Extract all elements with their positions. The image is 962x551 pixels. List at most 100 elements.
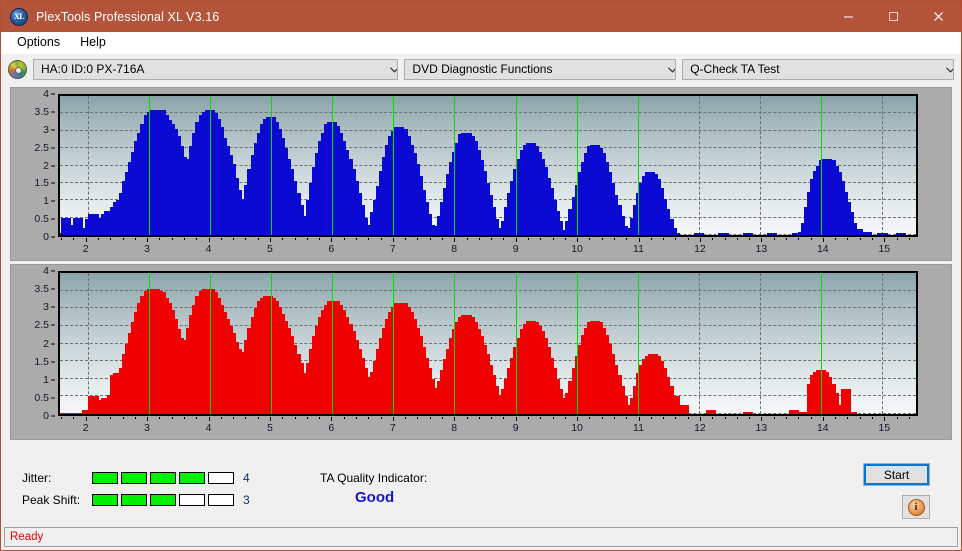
x-axis-minor-tick — [257, 417, 259, 419]
x-axis-minor-tick — [331, 238, 333, 240]
y-axis-tick-label: 3 — [43, 123, 49, 136]
x-axis-minor-tick — [540, 238, 542, 240]
menu-bar: Options Help — [1, 32, 961, 54]
x-axis-minor-tick — [368, 238, 370, 240]
start-button[interactable]: Start — [863, 463, 930, 486]
x-axis-minor-tick — [380, 417, 382, 419]
x-axis-tick-label: 12 — [694, 243, 706, 255]
minimize-icon[interactable] — [826, 1, 871, 32]
x-axis-tick-label: 11 — [633, 422, 644, 434]
x-axis-minor-tick — [724, 238, 726, 240]
peak-shift-bar — [678, 405, 689, 414]
x-axis-minor-tick — [638, 417, 640, 419]
x-axis-minor-tick — [773, 417, 775, 419]
jitter-bar — [693, 233, 705, 235]
x-axis-minor-tick — [712, 238, 714, 240]
x-axis-minor-tick — [577, 238, 579, 240]
function-select[interactable]: DVD Diagnostic Functions — [404, 58, 677, 80]
speed-change-marker — [209, 96, 211, 235]
x-axis-minor-tick — [798, 417, 800, 419]
speed-change-marker — [209, 273, 211, 414]
speed-change-marker — [270, 96, 272, 235]
gridline-vertical — [760, 96, 762, 235]
x-axis-tick-label: 12 — [694, 422, 706, 434]
x-axis-minor-tick — [896, 417, 898, 419]
speed-change-marker — [270, 273, 272, 414]
gridline-vertical — [882, 273, 884, 414]
y-axis-tick-label: 1.5 — [34, 177, 49, 190]
info-button[interactable]: i — [902, 495, 930, 519]
x-axis-minor-tick — [884, 417, 886, 419]
test-select[interactable]: Q-Check TA Test — [682, 58, 954, 80]
jitter-chart-inner: 0 0.5 1 1.5 2 2.5 3 3.5 4 2 3 4 5 6 7 8 9 10 11 12 13 14 15 — [11, 88, 951, 260]
x-axis-tick-label: 2 — [82, 422, 89, 434]
x-axis-tick-label: 3 — [144, 422, 150, 434]
speed-change-marker — [576, 96, 578, 235]
x-axis-minor-tick — [183, 417, 185, 419]
x-axis-minor-tick — [687, 238, 689, 240]
maximize-icon[interactable] — [871, 1, 916, 32]
x-axis-minor-tick — [675, 417, 677, 419]
x-axis-minor-tick — [97, 238, 99, 240]
x-axis-tick-label: 14 — [816, 243, 829, 255]
speed-change-marker — [637, 273, 639, 414]
x-axis-minor-tick — [552, 417, 554, 419]
y-axis-tick — [51, 397, 55, 399]
jitter-segment — [150, 472, 176, 484]
y-axis-tick-label: 1 — [43, 373, 49, 386]
drive-select[interactable]: HA:0 ID:0 PX-716A — [33, 58, 399, 80]
x-axis-minor-tick — [613, 417, 615, 419]
jitter-bar — [861, 232, 873, 235]
y-axis-tick — [51, 147, 55, 149]
peak-shift-plot-area — [58, 271, 918, 416]
x-axis-tick-label: 15 — [878, 422, 891, 434]
x-axis-minor-tick — [122, 238, 124, 240]
y-axis-tick-label: 0.5 — [34, 213, 49, 226]
x-axis-minor-tick — [306, 238, 308, 240]
test-select-value: Q-Check TA Test — [690, 62, 780, 76]
x-axis-minor-tick — [785, 238, 787, 240]
x-axis-minor-tick — [233, 238, 235, 240]
x-axis-minor-tick — [871, 238, 873, 240]
gridline-horizontal — [60, 289, 916, 291]
menu-item-options[interactable]: Options — [8, 33, 69, 52]
speed-change-marker — [393, 96, 395, 235]
y-axis-tick — [51, 270, 55, 272]
x-axis-minor-tick — [871, 417, 873, 419]
jitter-plot-area — [58, 94, 918, 237]
x-axis-minor-tick — [687, 417, 689, 419]
x-axis-minor-tick — [171, 238, 173, 240]
peak-shift-segment — [92, 494, 118, 506]
close-icon[interactable] — [916, 1, 961, 32]
menu-item-help[interactable]: Help — [71, 33, 115, 52]
y-axis-tick — [51, 200, 55, 202]
y-axis-tick — [51, 415, 55, 417]
x-axis-minor-tick — [908, 238, 910, 240]
x-axis-tick-label: 4 — [205, 422, 212, 434]
y-axis-tick-label: 3.5 — [34, 283, 49, 296]
jitter-label: Jitter: — [22, 471, 52, 485]
x-axis-minor-tick — [134, 238, 136, 240]
x-axis-minor-tick — [761, 417, 763, 419]
speed-change-marker — [637, 96, 639, 235]
x-axis-minor-tick — [577, 417, 579, 419]
disc-icon — [8, 59, 27, 79]
y-axis-tick — [51, 361, 55, 363]
x-axis-minor-tick — [663, 238, 665, 240]
y-axis-tick-label: 2.5 — [34, 141, 49, 154]
gridline-horizontal — [60, 112, 916, 114]
x-axis-minor-tick — [61, 238, 63, 240]
x-axis-minor-tick — [589, 417, 591, 419]
peak-shift-meter — [92, 494, 234, 506]
speed-change-marker — [148, 96, 150, 235]
x-axis-minor-tick — [97, 417, 99, 419]
jitter-y-axis: 0 0.5 1 1.5 2 2.5 3 3.5 4 — [11, 88, 55, 243]
x-axis-minor-tick — [429, 417, 431, 419]
x-axis-minor-tick — [269, 417, 271, 419]
function-select-value: DVD Diagnostic Functions — [412, 62, 553, 76]
y-axis-tick — [51, 324, 55, 326]
x-axis-tick-label: 7 — [389, 422, 396, 434]
x-axis-minor-tick — [405, 238, 407, 240]
status-text: Ready — [10, 531, 44, 543]
y-axis-tick-label: 2 — [43, 337, 49, 350]
